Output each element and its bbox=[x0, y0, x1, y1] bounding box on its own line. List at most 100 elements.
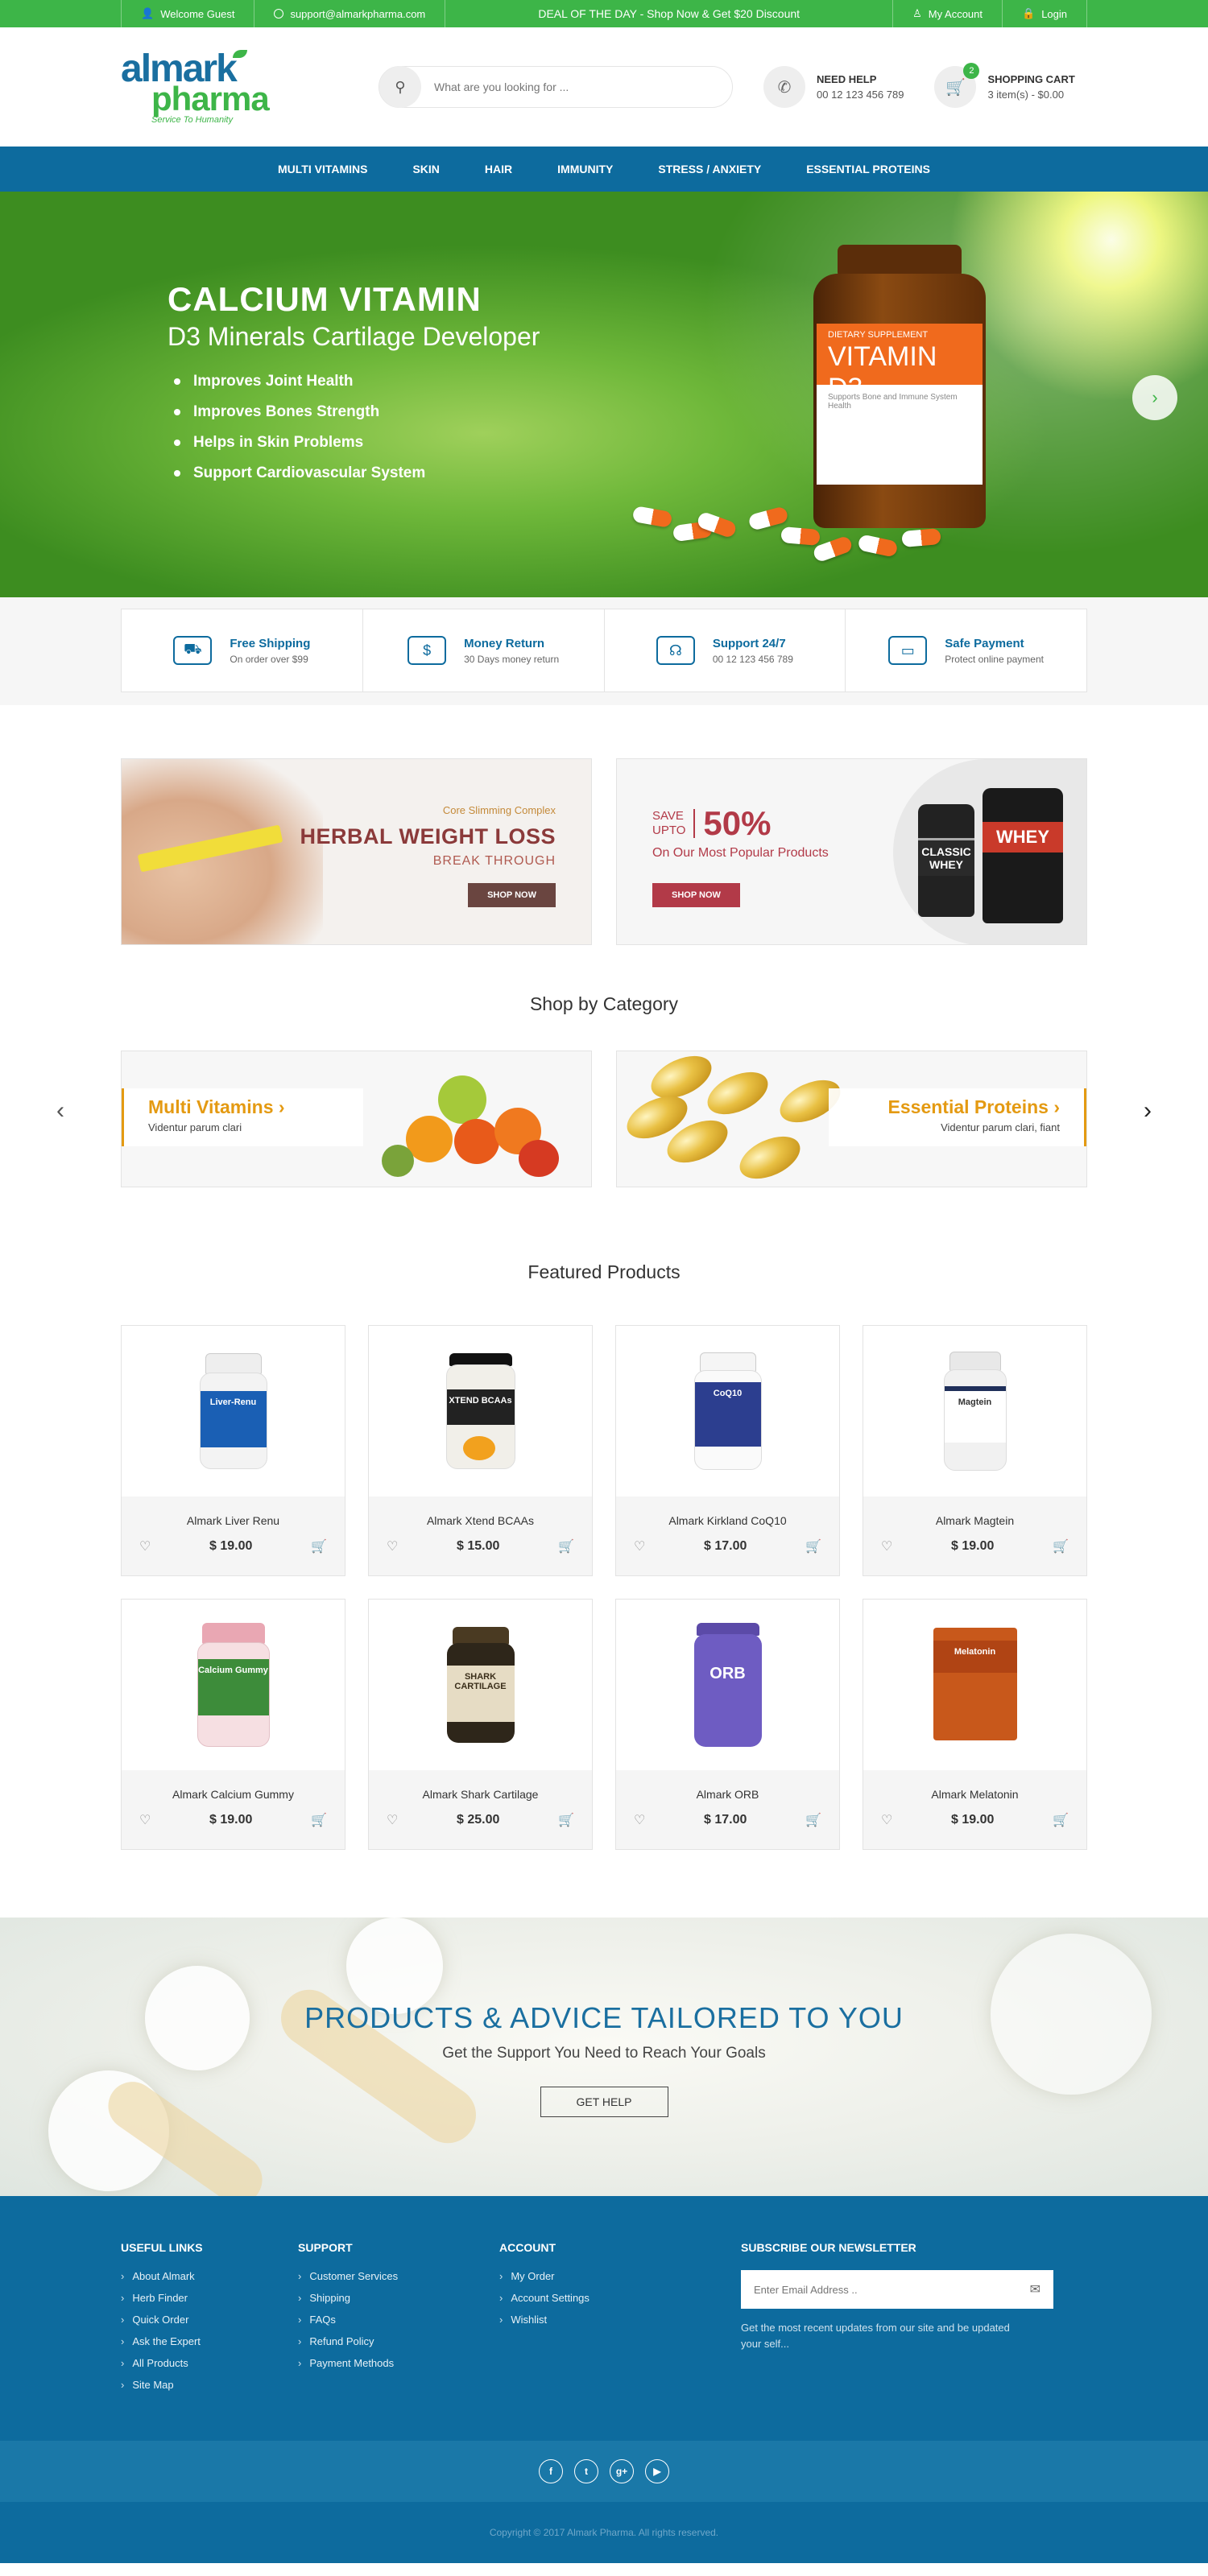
product-name[interactable]: Almark ORB bbox=[616, 1788, 839, 1801]
header: almark pharma Service To Humanity ⚲ ✆ NE… bbox=[0, 27, 1208, 147]
product-image: Magtein bbox=[943, 1352, 1007, 1471]
discount-percent: 50% bbox=[703, 804, 772, 842]
product-card[interactable]: ORB Almark ORB ♡ $ 17.00 🛒 bbox=[615, 1599, 840, 1850]
search-input[interactable] bbox=[421, 80, 732, 93]
promo-save-50[interactable]: SAVE UPTO 50% On Our Most Popular Product… bbox=[616, 758, 1087, 945]
category-name: Essential Proteins › bbox=[887, 1096, 1060, 1117]
search-button[interactable]: ⚲ bbox=[379, 66, 421, 108]
heart-icon[interactable]: ♡ bbox=[387, 1812, 398, 1828]
heart-icon[interactable]: ♡ bbox=[139, 1538, 151, 1554]
heart-icon[interactable]: ♡ bbox=[387, 1538, 398, 1554]
footer-link[interactable]: Account Settings bbox=[499, 2292, 741, 2304]
footer-link[interactable]: Quick Order bbox=[121, 2314, 298, 2326]
category-multi-vitamins[interactable]: Multi Vitamins › Videntur parum clari bbox=[121, 1051, 592, 1187]
shop-now-button[interactable]: SHOP NOW bbox=[652, 883, 740, 907]
main-nav: MULTI VITAMINS SKIN HAIR IMMUNITY STRESS… bbox=[0, 147, 1208, 192]
nav-immunity[interactable]: IMMUNITY bbox=[535, 163, 635, 175]
cart-icon[interactable]: 🛒 bbox=[311, 1538, 327, 1554]
nav-essential-proteins[interactable]: ESSENTIAL PROTEINS bbox=[784, 163, 953, 175]
product-name[interactable]: Almark Magtein bbox=[863, 1514, 1086, 1527]
heart-icon[interactable]: ♡ bbox=[634, 1812, 645, 1828]
category-essential-proteins[interactable]: Essential Proteins › Videntur parum clar… bbox=[616, 1051, 1087, 1187]
truck-icon: ⛟ bbox=[173, 636, 213, 665]
category-next-arrow[interactable]: › bbox=[1144, 1097, 1152, 1125]
google-plus-icon[interactable]: g+ bbox=[610, 2459, 634, 2483]
product-name[interactable]: Almark Shark Cartilage bbox=[369, 1788, 592, 1801]
product-card[interactable]: CoQ10 Almark Kirkland CoQ10 ♡ $ 17.00 🛒 bbox=[615, 1325, 840, 1576]
nav-skin[interactable]: SKIN bbox=[390, 163, 461, 175]
cart-icon[interactable]: 🛒 bbox=[558, 1812, 574, 1828]
advice-subtitle: Get the Support You Need to Reach Your G… bbox=[442, 2045, 766, 2062]
classic-whey-tub: CLASSIC WHEY bbox=[918, 804, 974, 917]
need-help[interactable]: ✆ NEED HELP 00 12 123 456 789 bbox=[763, 66, 904, 108]
nav-multi-vitamins[interactable]: MULTI VITAMINS bbox=[255, 163, 390, 175]
heart-icon[interactable]: ♡ bbox=[881, 1538, 892, 1554]
login-link[interactable]: 🔒 Login bbox=[1002, 0, 1087, 27]
promo-right-sub: On Our Most Popular Products bbox=[652, 846, 829, 860]
my-account-link[interactable]: ♙ My Account bbox=[892, 0, 1002, 27]
footer-link[interactable]: FAQs bbox=[298, 2314, 499, 2326]
footer-link[interactable]: My Order bbox=[499, 2270, 741, 2282]
hero-next-arrow[interactable]: › bbox=[1132, 375, 1177, 420]
hero-benefits: Improves Joint Health Improves Bones Str… bbox=[168, 373, 540, 482]
footer-link[interactable]: Ask the Expert bbox=[121, 2335, 298, 2347]
footer-link[interactable]: Shipping bbox=[298, 2292, 499, 2304]
headset-icon: ☊ bbox=[656, 636, 695, 665]
featured-products-title: Featured Products bbox=[527, 1261, 681, 1282]
product-name[interactable]: Almark Xtend BCAAs bbox=[369, 1514, 592, 1527]
footer-link[interactable]: Customer Services bbox=[298, 2270, 499, 2282]
footer-link[interactable]: Payment Methods bbox=[298, 2357, 499, 2369]
product-image: SHARK CARTILAGE bbox=[446, 1627, 515, 1743]
heart-icon[interactable]: ♡ bbox=[139, 1812, 151, 1828]
product-image: Liver-Renu bbox=[199, 1353, 267, 1469]
product-card[interactable]: Magtein Almark Magtein ♡ $ 19.00 🛒 bbox=[863, 1325, 1087, 1576]
youtube-icon[interactable]: ▶ bbox=[645, 2459, 669, 2483]
newsletter-email-input[interactable] bbox=[754, 2283, 1030, 2296]
shopping-cart[interactable]: 🛒 2 SHOPPING CART 3 item(s) - $0.00 bbox=[934, 63, 1075, 108]
product-card[interactable]: SHARK CARTILAGE Almark Shark Cartilage ♡… bbox=[368, 1599, 593, 1850]
footer-link[interactable]: About Almark bbox=[121, 2270, 298, 2282]
footer-link[interactable]: Refund Policy bbox=[298, 2335, 499, 2347]
heart-icon[interactable]: ♡ bbox=[881, 1812, 892, 1828]
facebook-icon[interactable]: f bbox=[539, 2459, 563, 2483]
twitter-icon[interactable]: t bbox=[574, 2459, 598, 2483]
cart-icon[interactable]: 🛒 bbox=[1053, 1812, 1069, 1828]
category-prev-arrow[interactable]: ‹ bbox=[56, 1097, 64, 1125]
send-icon[interactable]: ✉ bbox=[1030, 2281, 1040, 2297]
cart-title: SHOPPING CART bbox=[987, 73, 1075, 85]
product-card[interactable]: Melatonin Almark Melatonin ♡ $ 19.00 🛒 bbox=[863, 1599, 1087, 1850]
hero-title: CALCIUM VITAMIN bbox=[168, 280, 482, 318]
support-email[interactable]: support@almarkpharma.com bbox=[254, 0, 446, 27]
footer-account: ACCOUNT My Order Account Settings Wishli… bbox=[499, 2241, 741, 2401]
footer-link[interactable]: Wishlist bbox=[499, 2314, 741, 2326]
footer-link[interactable]: Site Map bbox=[121, 2379, 298, 2391]
account-icon: ♙ bbox=[912, 7, 922, 19]
footer-newsletter: SUBSCRIBE OUR NEWSLETTER ✉ Get the most … bbox=[741, 2241, 1053, 2401]
product-card[interactable]: XTEND BCAAs Almark Xtend BCAAs ♡ $ 15.00 🛒 bbox=[368, 1325, 593, 1576]
footer-link[interactable]: All Products bbox=[121, 2357, 298, 2369]
product-name[interactable]: Almark Calcium Gummy bbox=[122, 1788, 345, 1801]
get-help-button[interactable]: GET HELP bbox=[540, 2087, 668, 2117]
footer-link[interactable]: Herb Finder bbox=[121, 2292, 298, 2304]
nav-stress-anxiety[interactable]: STRESS / ANXIETY bbox=[635, 163, 784, 175]
deal-of-the-day[interactable]: DEAL OF THE DAY - Shop Now & Get $20 Dis… bbox=[445, 7, 892, 20]
newsletter-form: ✉ bbox=[741, 2270, 1053, 2309]
site-logo[interactable]: almark pharma Service To Humanity bbox=[121, 49, 379, 125]
cart-icon[interactable]: 🛒 bbox=[805, 1538, 821, 1554]
shop-now-button[interactable]: SHOP NOW bbox=[468, 883, 556, 907]
product-name[interactable]: Almark Melatonin bbox=[863, 1788, 1086, 1801]
cart-icon[interactable]: 🛒 bbox=[1053, 1538, 1069, 1554]
product-card[interactable]: Liver-Renu Almark Liver Renu ♡ $ 19.00 🛒 bbox=[121, 1325, 345, 1576]
cart-icon[interactable]: 🛒 bbox=[805, 1812, 821, 1828]
nav-hair[interactable]: HAIR bbox=[462, 163, 535, 175]
product-name[interactable]: Almark Liver Renu bbox=[122, 1514, 345, 1527]
cart-icon[interactable]: 🛒 bbox=[311, 1812, 327, 1828]
cart-icon[interactable]: 🛒 bbox=[558, 1538, 574, 1554]
logo-line2: pharma bbox=[151, 79, 270, 118]
lock-icon: 🔒 bbox=[1022, 7, 1036, 19]
promo-left-small: Core Slimming Complex bbox=[442, 804, 556, 816]
product-name[interactable]: Almark Kirkland CoQ10 bbox=[616, 1514, 839, 1527]
heart-icon[interactable]: ♡ bbox=[634, 1538, 645, 1554]
product-card[interactable]: Calcium Gummy Almark Calcium Gummy ♡ $ 19… bbox=[121, 1599, 345, 1850]
promo-weight-loss[interactable]: Core Slimming Complex HERBAL WEIGHT LOSS… bbox=[121, 758, 592, 945]
